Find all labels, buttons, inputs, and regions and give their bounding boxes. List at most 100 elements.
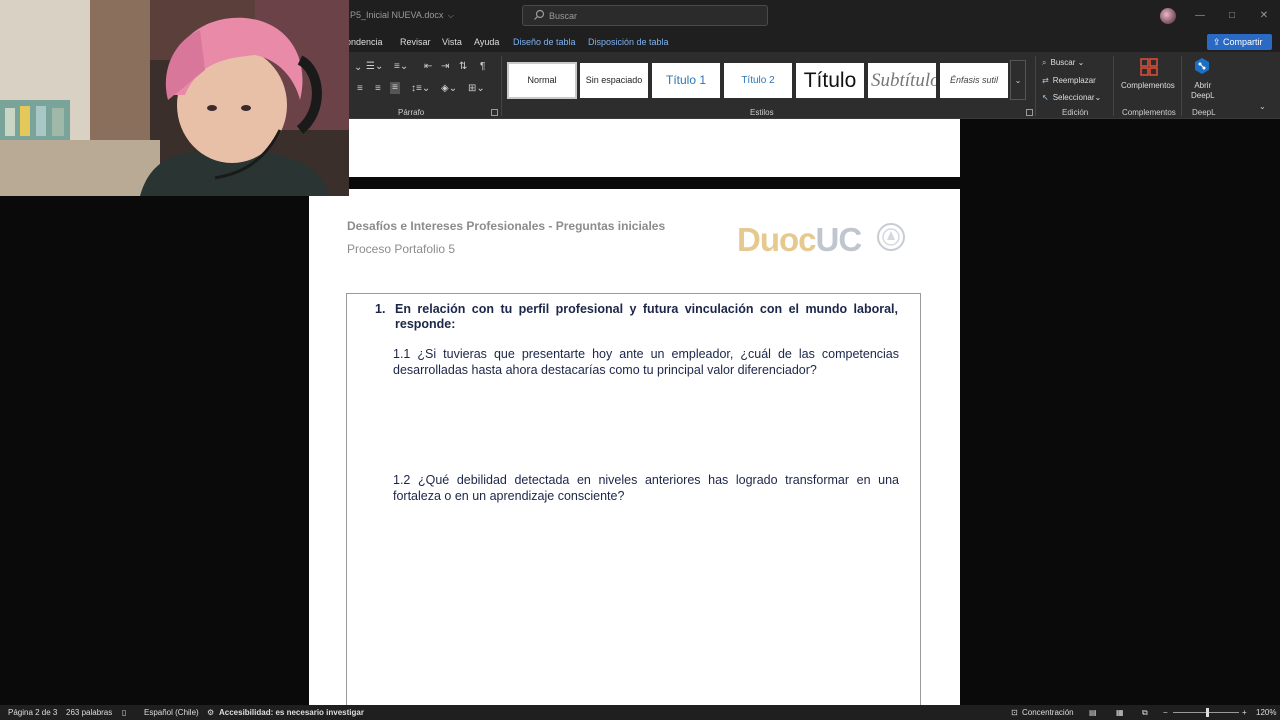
styles-more-icon[interactable]: ⌄ [1010, 60, 1026, 100]
book-icon[interactable]: ▯ [122, 708, 126, 717]
styles-group-label: Estilos [750, 108, 774, 117]
search-box[interactable] [522, 5, 768, 26]
chevron-down-icon: ⌄ [1075, 58, 1085, 67]
tab-diseno-tabla[interactable]: Diseño de tabla [513, 37, 576, 47]
zoom-out-button[interactable]: − [1163, 708, 1168, 717]
page-1-bottom [349, 119, 960, 177]
style-titulo[interactable]: Título [796, 63, 864, 98]
share-label: Compartir [1223, 37, 1263, 47]
collapse-ribbon-icon[interactable]: ⌄ [1259, 102, 1266, 111]
deepl-label-line2: DeepL [1191, 91, 1215, 100]
deepl-icon [1195, 58, 1209, 74]
webcam-overlay [0, 0, 349, 196]
style-titulo-1[interactable]: Título 1 [652, 63, 720, 98]
accessibility-icon: ⚙ [207, 708, 215, 717]
select-icon: ↖ [1042, 93, 1049, 102]
style-subtitulo[interactable]: Subtítulo [868, 63, 936, 98]
question-1-2[interactable]: 1.2 ¿Qué debilidad detectada en niveles … [393, 472, 899, 504]
chevron-down-icon: ⌵ [447, 11, 454, 20]
separator [1181, 56, 1182, 116]
restore-button[interactable]: □ [1224, 8, 1240, 24]
pilcrow-icon[interactable]: ¶ [480, 61, 485, 73]
web-layout-icon[interactable]: ⧉ [1142, 708, 1148, 718]
replace-button[interactable]: ⇄ Reemplazar [1042, 76, 1096, 85]
line-spacing-icon[interactable]: ↕≡⌄ [411, 83, 430, 95]
complementos-group-label: Complementos [1122, 108, 1176, 117]
numbering-icon[interactable]: ☰⌄ [366, 61, 383, 73]
accessibility-status[interactable]: Accesibilidad: es necesario investigar [219, 708, 364, 717]
share-button[interactable]: ⇪ Compartir [1207, 34, 1272, 50]
tab-revisar[interactable]: Revisar [400, 37, 431, 47]
share-icon: ⇪ [1213, 37, 1224, 47]
complementos-icon [1140, 58, 1158, 76]
style-sin-espaciado[interactable]: Sin espaciado [580, 63, 648, 98]
logo-duoc: Duoc [737, 221, 816, 258]
search-icon [534, 9, 545, 20]
complementos-label: Complementos [1121, 81, 1175, 90]
multilevel-icon[interactable]: ≡⌄ [394, 61, 408, 73]
page-2: Desafíos e Intereses Profesionales - Pre… [309, 189, 960, 705]
duocuc-logo: DuocUC [737, 221, 863, 259]
tab-correspondencia[interactable]: ondencia [346, 37, 383, 47]
increase-indent-icon[interactable]: ⇥ [441, 61, 449, 73]
paragraph-group-label: Párrafo [398, 108, 425, 117]
find-label: Buscar [1050, 58, 1076, 67]
decrease-indent-icon[interactable]: ⇤ [424, 61, 432, 73]
avatar[interactable] [1160, 8, 1176, 24]
page-indicator[interactable]: Página 2 de 3 [8, 708, 57, 717]
select-label: Seleccionar [1052, 93, 1095, 102]
styles-launcher-icon[interactable] [1026, 109, 1033, 116]
separator [1035, 56, 1036, 116]
question-1-number: 1. [375, 302, 386, 316]
document-title-label: P5_Inicial NUEVA.docx [350, 10, 444, 20]
deepl-label: Abrir DeepL [1191, 81, 1215, 101]
tab-ayuda[interactable]: Ayuda [474, 37, 499, 47]
paragraph-launcher-icon[interactable] [491, 109, 498, 116]
tab-vista[interactable]: Vista [442, 37, 462, 47]
word-count[interactable]: 263 palabras [66, 708, 112, 717]
style-titulo-2[interactable]: Título 2 [724, 63, 792, 98]
header-title: Desafíos e Intereses Profesionales - Pre… [347, 219, 666, 233]
zoom-slider-thumb[interactable] [1206, 708, 1209, 717]
borders-icon[interactable]: ⊞⌄ [468, 83, 485, 95]
zoom-in-button[interactable]: + [1242, 708, 1247, 717]
header-subtitle: Proceso Portafolio 5 [347, 242, 456, 256]
style-normal[interactable]: Normal [507, 62, 577, 99]
find-button[interactable]: ⌕ Buscar ⌄ [1042, 58, 1084, 68]
separator [1113, 56, 1114, 116]
ribbon: ⌄ ☰⌄ ≡⌄ ⇤ ⇥ ⇅ ¶ ≡ ≡ ≡ ↕≡⌄ ◈⌄ ⊞⌄ Párrafo … [349, 52, 1280, 119]
replace-label: Reemplazar [1052, 76, 1096, 85]
question-1-1[interactable]: 1.1 ¿Si tuvieras que presentarte hoy ant… [393, 346, 899, 378]
align-left-icon[interactable]: ≡ [357, 83, 363, 95]
document-title[interactable]: P5_Inicial NUEVA.docx ⌵ [350, 10, 454, 21]
sort-icon[interactable]: ⇅ [459, 61, 467, 73]
deepl-label-line1: Abrir [1194, 81, 1212, 90]
question-1-text: En relación con tu perfil profesional y … [395, 302, 898, 331]
status-bar: Página 2 de 3 263 palabras ▯ Español (Ch… [0, 705, 1280, 720]
zoom-level[interactable]: 120% [1256, 708, 1276, 717]
focus-icon: ⊡ [1011, 708, 1018, 717]
close-button[interactable]: ✕ [1256, 8, 1272, 24]
print-layout-icon[interactable]: ▦ [1116, 708, 1124, 717]
chevron-down-icon: ⌄ [1094, 93, 1102, 102]
search-input[interactable] [549, 8, 749, 23]
language[interactable]: Español (Chile) [144, 708, 199, 717]
question-1: 1. En relación con tu perfil profesional… [375, 302, 898, 332]
deepl-group-label: DeepL [1192, 108, 1216, 117]
shading-icon[interactable]: ◈⌄ [441, 83, 457, 95]
justify-icon[interactable]: ≡ [390, 82, 400, 94]
select-button[interactable]: ↖ Seleccionar⌄ [1042, 93, 1101, 102]
tab-disposicion-tabla[interactable]: Disposición de tabla [588, 37, 669, 47]
focus-mode[interactable]: Concentración [1022, 708, 1074, 717]
style-enfasis-sutil[interactable]: Énfasis sutil [940, 63, 1008, 98]
separator [501, 56, 502, 116]
seal-icon [877, 223, 905, 251]
read-mode-icon[interactable]: ▤ [1089, 708, 1097, 717]
bullets-dropdown-icon[interactable]: ⌄ [354, 62, 362, 74]
editing-group-label: Edición [1062, 108, 1089, 117]
replace-icon: ⇄ [1042, 76, 1049, 85]
logo-uc: UC [815, 221, 863, 258]
align-right-icon[interactable]: ≡ [375, 83, 381, 95]
find-icon: ⌕ [1042, 58, 1047, 67]
minimize-button[interactable]: — [1192, 8, 1208, 24]
